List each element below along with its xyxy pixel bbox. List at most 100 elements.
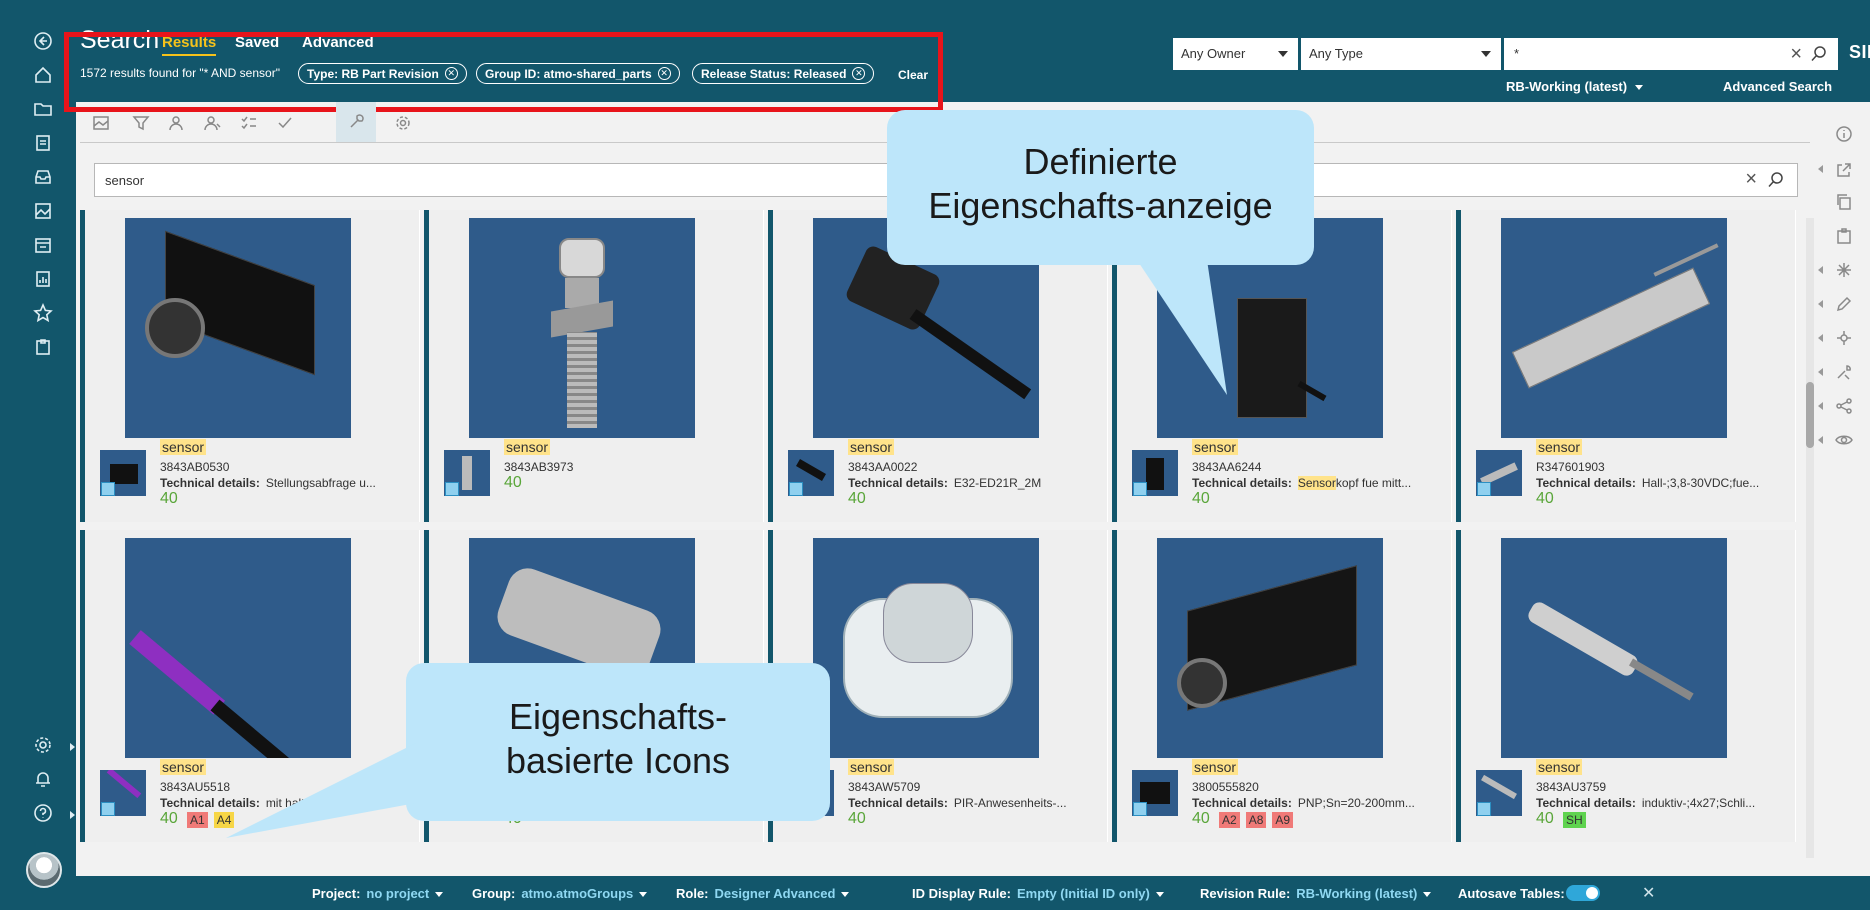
inbox-icon[interactable] (32, 166, 54, 188)
property-badge: A9 (1272, 812, 1294, 828)
user-search-icon[interactable] (200, 110, 226, 136)
item-type-cube-icon (445, 482, 459, 496)
user-filter-icon[interactable] (164, 110, 190, 136)
project-selector[interactable]: Project: no project (312, 886, 444, 901)
project-value: no project (366, 886, 430, 901)
help-icon[interactable] (32, 802, 54, 824)
revision-number: 40 (848, 490, 866, 507)
revision-rule-label: Revision Rule: (1200, 886, 1291, 901)
filter-funnel-icon[interactable] (128, 110, 154, 136)
chevron-down-icon (1481, 51, 1491, 57)
checklist-icon[interactable] (236, 110, 262, 136)
document-icon[interactable] (32, 132, 54, 154)
schedule-icon[interactable] (32, 234, 54, 256)
panel-expand-caret[interactable] (1818, 368, 1823, 376)
settings-gear-icon[interactable] (390, 110, 416, 136)
image-view-icon[interactable] (88, 110, 114, 136)
part-id: R347601903 (1536, 460, 1605, 474)
report-icon[interactable] (32, 268, 54, 290)
home-icon[interactable] (32, 64, 54, 86)
part-name: sensor (504, 439, 551, 455)
property-badges: A2 A8 A9 (1219, 812, 1294, 828)
clear-search-icon[interactable]: × (1790, 43, 1802, 66)
scrollbar-thumb[interactable] (1806, 382, 1814, 448)
result-card[interactable]: sensor 3843AB3973 40 (424, 210, 764, 522)
share-nodes-icon[interactable] (1832, 394, 1856, 418)
part-name: sensor (848, 439, 895, 455)
tools-wrench-icon[interactable] (336, 102, 376, 142)
tech-post: Stellungsabfrage u... (265, 476, 376, 490)
revision-rule-selector[interactable]: Revision Rule: RB-Working (latest) (1200, 886, 1432, 901)
part-thumbnail (125, 538, 351, 758)
property-badge: SH (1563, 812, 1586, 828)
technical-details: Technical details: PIR-Anwesenheits-... (848, 796, 1067, 810)
view-eye-icon[interactable] (1832, 428, 1856, 452)
revision-number: 40 (1536, 810, 1554, 827)
owner-select[interactable]: Any Owner (1173, 38, 1298, 70)
part-name: sensor (1536, 759, 1583, 775)
type-select-value: Any Type (1309, 46, 1363, 61)
part-id: 3843AW5709 (848, 780, 921, 794)
panel-expand-caret[interactable] (1818, 334, 1823, 342)
revision-number: 40 (848, 810, 866, 827)
favorites-star-icon[interactable] (32, 302, 54, 324)
share-out-icon[interactable] (1832, 158, 1856, 182)
global-search-input[interactable]: * × (1504, 38, 1838, 70)
part-thumbnail (125, 218, 351, 438)
structure-icon[interactable] (1832, 326, 1856, 350)
autosave-label: Autosave Tables: (1458, 886, 1571, 901)
panel-expand-caret[interactable] (1818, 266, 1823, 274)
clipboard-icon[interactable] (32, 336, 54, 358)
image-icon[interactable] (32, 200, 54, 222)
autosave-label-text: Autosave Tables: (1458, 886, 1565, 901)
callout-text-line: Eigenschafts- (508, 696, 728, 737)
tools-icon[interactable] (1832, 360, 1856, 384)
search-icon[interactable] (1767, 171, 1785, 192)
result-card[interactable]: sensor R347601903 Technical details: Hall… (1456, 210, 1796, 522)
group-label: Group: (472, 886, 516, 901)
close-icon[interactable]: ✕ (1642, 883, 1655, 903)
checkmark-icon[interactable] (272, 110, 298, 136)
result-card[interactable]: sensor 3843AB0530 Technical details: Stel… (80, 210, 420, 522)
result-card[interactable]: sensor 3843AU3759 Technical details: indu… (1456, 530, 1796, 842)
advanced-search-link[interactable]: Advanced Search (1723, 79, 1832, 94)
paste-icon[interactable] (1832, 224, 1856, 248)
revision-rule-dropdown[interactable]: RB-Working (latest) (1506, 79, 1643, 94)
global-search-value: * (1514, 46, 1520, 61)
panel-expand-caret[interactable] (1818, 300, 1823, 308)
id-rule-value: Empty (Initial ID only) (1016, 886, 1150, 901)
notifications-bell-icon[interactable] (32, 768, 54, 790)
panel-expand-caret[interactable] (1818, 436, 1823, 444)
user-avatar[interactable] (26, 852, 62, 888)
item-type-cube-icon (789, 482, 803, 496)
tech-post: PNP;Sn=20-200mm... (1297, 796, 1415, 810)
panel-expand-caret[interactable] (1818, 402, 1823, 410)
project-label: Project: (312, 886, 361, 901)
results-scrollbar[interactable] (1806, 218, 1814, 858)
type-select[interactable]: Any Type (1301, 38, 1501, 70)
panel-expand-caret[interactable] (1818, 165, 1823, 173)
search-icon[interactable] (1810, 45, 1828, 66)
technical-details: Technical details: PNP;Sn=20-200mm... (1192, 796, 1415, 810)
revision-number: 40 (1192, 490, 1210, 507)
group-selector[interactable]: Group: atmo.atmoGroups (472, 886, 648, 901)
copy-icon[interactable] (1832, 190, 1856, 214)
technical-details: Technical details: Stellungsabfrage u... (160, 476, 376, 490)
settings-expand-caret[interactable] (70, 743, 75, 751)
clear-filter-icon[interactable]: × (1745, 168, 1757, 191)
help-expand-caret[interactable] (70, 811, 75, 819)
new-spark-icon[interactable] (1832, 258, 1856, 282)
settings-gear-icon[interactable] (32, 734, 54, 756)
tech-post: kopf fue mitt... (1335, 476, 1412, 490)
autosave-toggle[interactable] (1566, 885, 1600, 901)
result-card[interactable]: sensor 3800555820 Technical details: PNP;… (1112, 530, 1452, 842)
folder-icon[interactable] (32, 98, 54, 120)
id-display-rule-selector[interactable]: ID Display Rule: Empty (Initial ID only) (912, 886, 1164, 901)
chevron-down-icon (639, 892, 648, 898)
status-bar: Project: no project Group: atmo.atmoGroups… (76, 876, 1870, 910)
edit-pencil-icon[interactable] (1832, 292, 1856, 316)
back-icon[interactable] (32, 30, 54, 52)
role-selector[interactable]: Role: Designer Advanced (676, 886, 850, 901)
chevron-down-icon (1634, 85, 1643, 91)
info-icon[interactable] (1832, 122, 1856, 146)
